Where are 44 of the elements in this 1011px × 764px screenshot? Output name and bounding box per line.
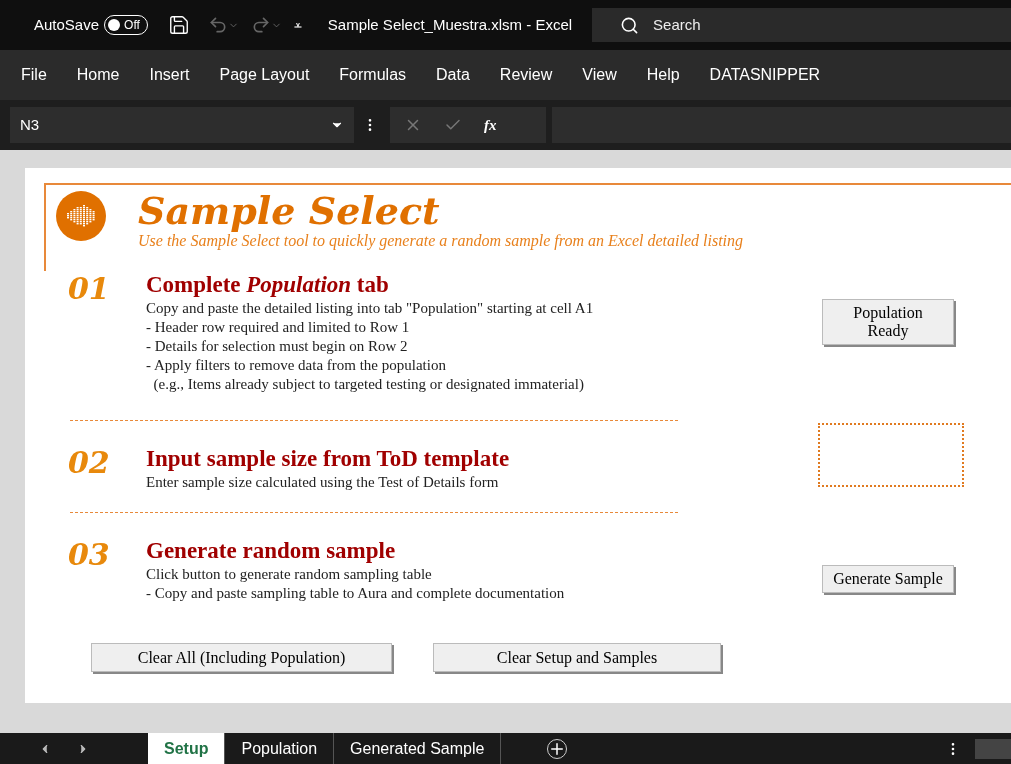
sheet-subtitle: Use the Sample Select tool to quickly generate a random sample from an Excel detailed listing	[138, 232, 744, 251]
sheet-tab[interactable]: Generated Sample	[334, 733, 502, 764]
ribbon-tab[interactable]: Page Layout	[214, 59, 315, 91]
autosave-label: AutoSave	[34, 14, 100, 35]
ribbon-tab[interactable]: Insert	[144, 59, 195, 91]
step-number: 03	[68, 537, 111, 573]
ribbon-tab[interactable]: Home	[71, 59, 125, 91]
customize-toolbar-icon[interactable]: ⩡	[293, 14, 302, 36]
save-icon[interactable]	[167, 14, 190, 36]
macro-button[interactable]: Generate Sample	[822, 565, 954, 593]
ribbon-tab[interactable]: Review	[494, 59, 558, 91]
undo-icon[interactable]	[207, 15, 228, 35]
ribbon-tab[interactable]: DATASNIPPER	[704, 59, 826, 91]
grid-logo-icon	[56, 191, 106, 241]
step-number: 01	[68, 271, 111, 307]
instruction-text: (e.g., Items already subject to targeted testing or designated immaterial)	[152, 375, 585, 394]
macro-button[interactable]: Population Ready	[822, 299, 954, 345]
file-title: Sample Select_Muestra.xlsm - Excel	[327, 14, 573, 35]
step-title: Input sample size from ToD template	[146, 445, 511, 473]
ribbon-tab[interactable]: Data	[431, 59, 475, 91]
sample-size-field[interactable]	[818, 423, 964, 487]
sheet-tab[interactable]: Population	[225, 733, 335, 764]
search-field[interactable]: Search	[592, 8, 1011, 42]
instruction-text: Click button to generate random sampling table	[146, 565, 433, 584]
clear-button[interactable]: Clear Setup and Samples	[433, 643, 721, 672]
ribbon-tab[interactable]: Formulas	[334, 59, 412, 91]
sheet-tab[interactable]: Setup	[148, 733, 226, 764]
ribbon-tab[interactable]: File	[16, 59, 52, 91]
instruction-text: Copy and paste the detailed listing into tab "Population" starting at cell A1	[146, 299, 595, 318]
instruction-text: - Header row required and limited to Row 1	[146, 318, 411, 337]
instruction-text: - Details for selection must begin on Row 2	[146, 337, 409, 356]
step-title: Complete Population tab	[146, 271, 390, 299]
ribbon-tab[interactable]: Help	[641, 59, 685, 91]
search-icon	[620, 15, 640, 35]
horizontal-scrollbar[interactable]	[975, 738, 1011, 759]
instruction-text: - Apply filters to remove data from the population	[146, 356, 447, 375]
step-title: Generate random sample	[146, 537, 397, 565]
instruction-text: Enter sample size calculated using the Test of Details form	[146, 473, 500, 492]
instruction-text: - Copy and paste sampling table to Aura and complete documentation	[146, 584, 566, 603]
name-box[interactable]: N3	[10, 107, 354, 143]
step-number: 02	[68, 445, 111, 481]
insert-function-button[interactable]: fx	[484, 113, 497, 137]
ribbon-tab[interactable]: View	[577, 59, 622, 91]
clear-button[interactable]: Clear All (Including Population)	[91, 643, 392, 672]
